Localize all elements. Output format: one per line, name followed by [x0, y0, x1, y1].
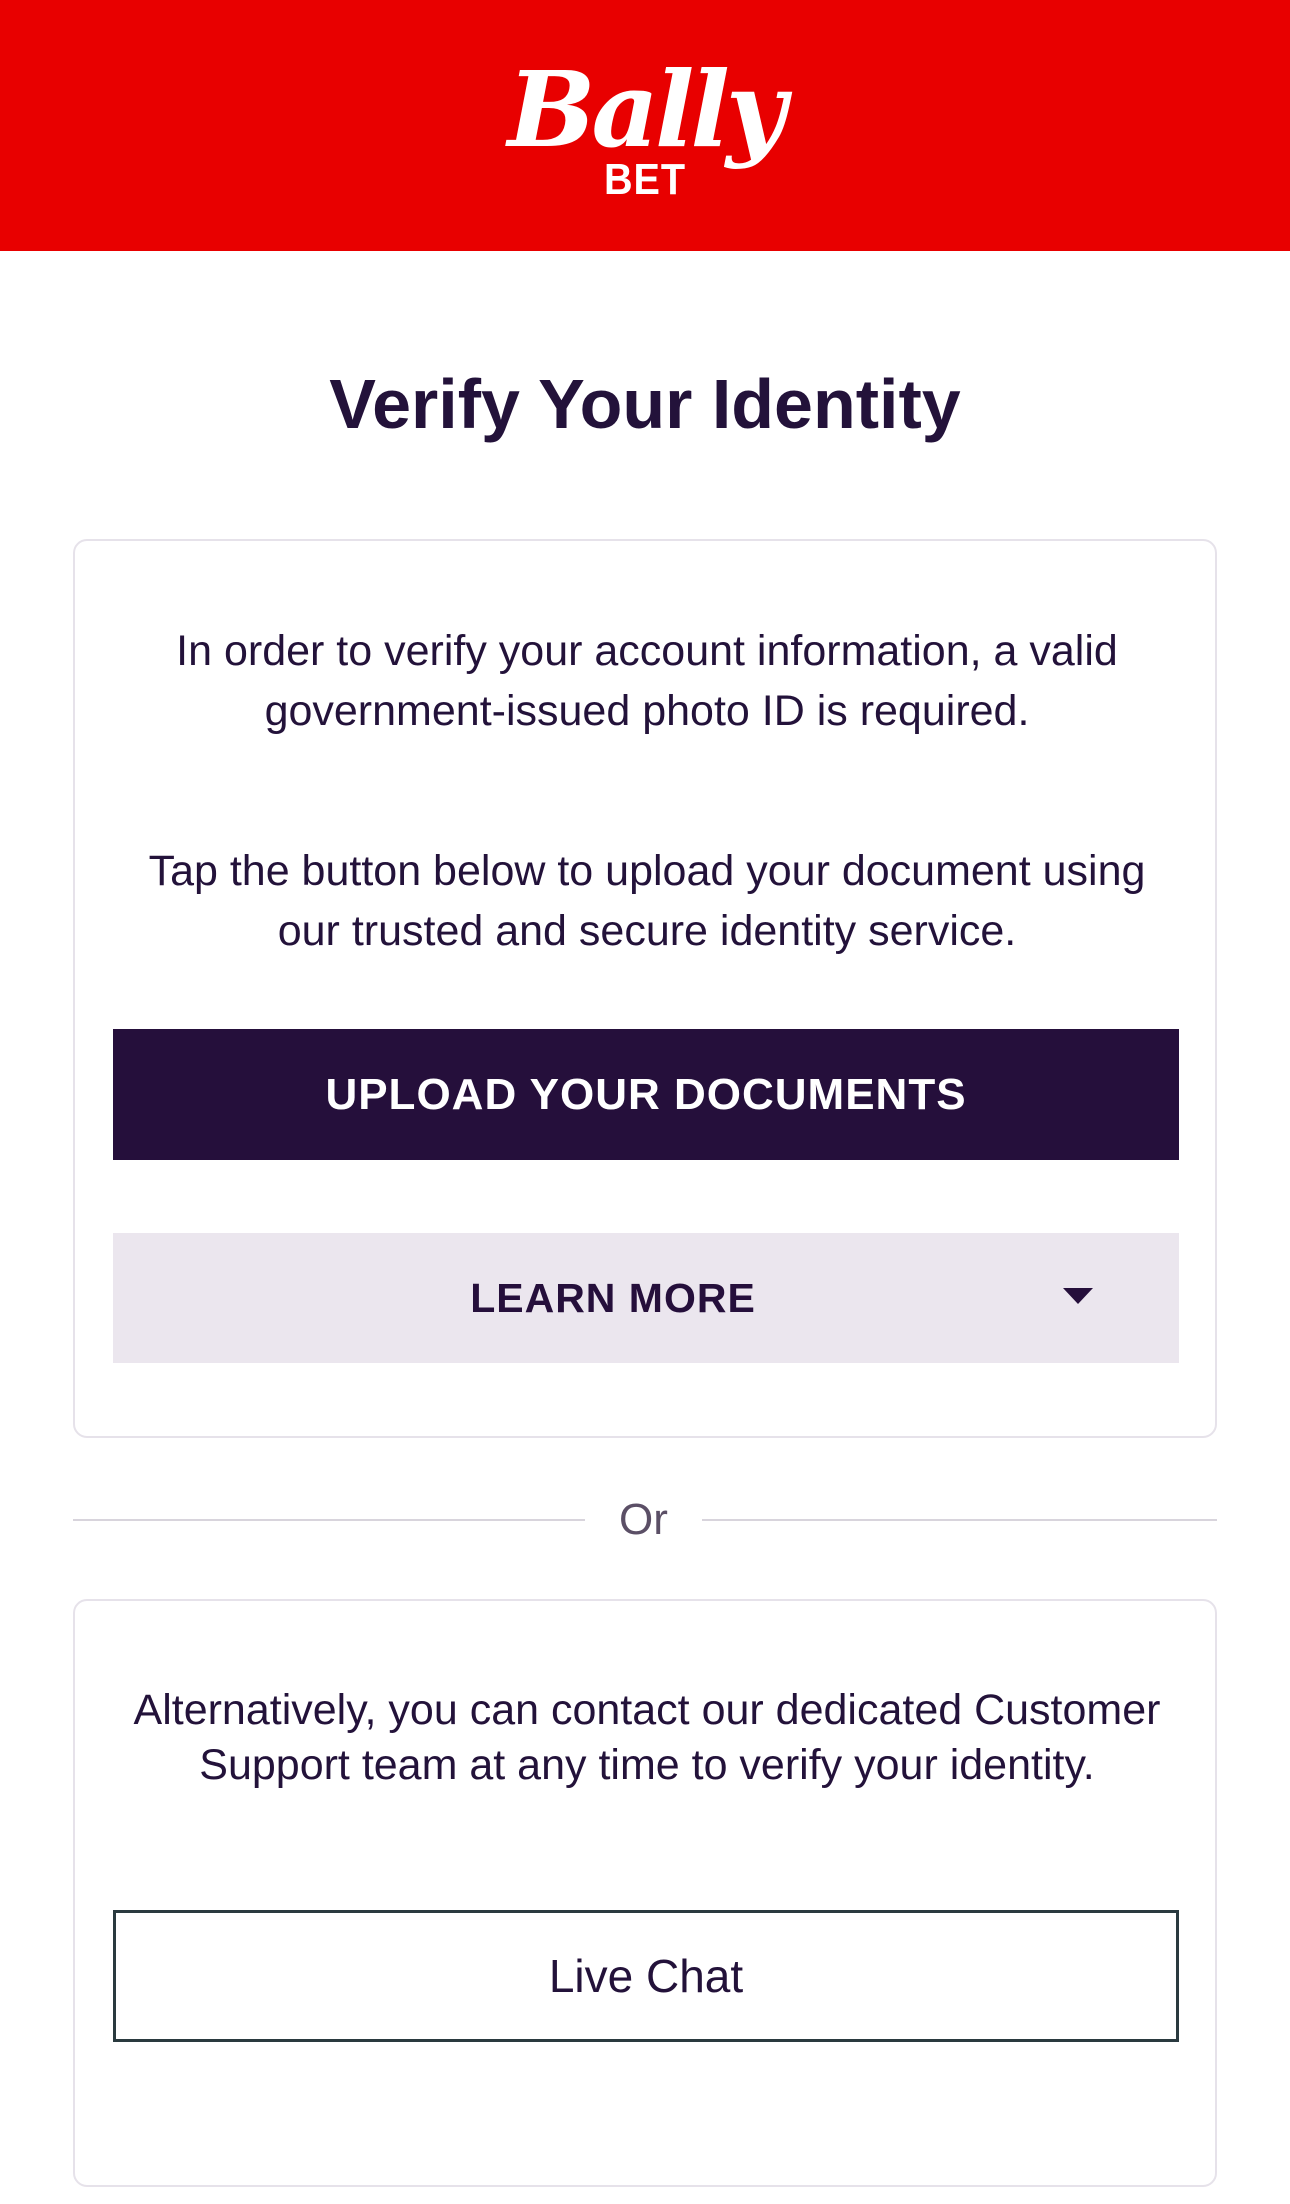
logo-wordmark: Bally: [507, 47, 787, 171]
upload-documents-button[interactable]: UPLOAD YOUR DOCUMENTS: [113, 1029, 1179, 1160]
live-chat-button[interactable]: Live Chat: [113, 1910, 1179, 2042]
or-divider-text: Or: [619, 1495, 668, 1544]
id-requirement-text: In order to verify your account informat…: [176, 627, 1118, 735]
support-text: Alternatively, you can contact our dedic…: [133, 1686, 1161, 1789]
logo-subtext: BET: [604, 154, 686, 204]
chevron-down-icon: [1063, 1288, 1093, 1304]
support-card: Alternatively, you can contact our dedic…: [73, 1599, 1217, 2187]
bally-bet-logo[interactable]: Bally BET: [495, 41, 795, 211]
divider-line-left: [73, 1519, 585, 1521]
upload-instructions-text: Tap the button below to upload your docu…: [148, 847, 1146, 955]
verify-card: In order to verify your account informat…: [73, 539, 1217, 1438]
learn-more-label: LEARN MORE: [470, 1274, 756, 1321]
divider-line-right: [702, 1519, 1217, 1521]
page-title: Verify Your Identity: [329, 365, 961, 443]
learn-more-button[interactable]: LEARN MORE: [113, 1233, 1179, 1363]
app-header: Bally BET: [0, 0, 1290, 251]
